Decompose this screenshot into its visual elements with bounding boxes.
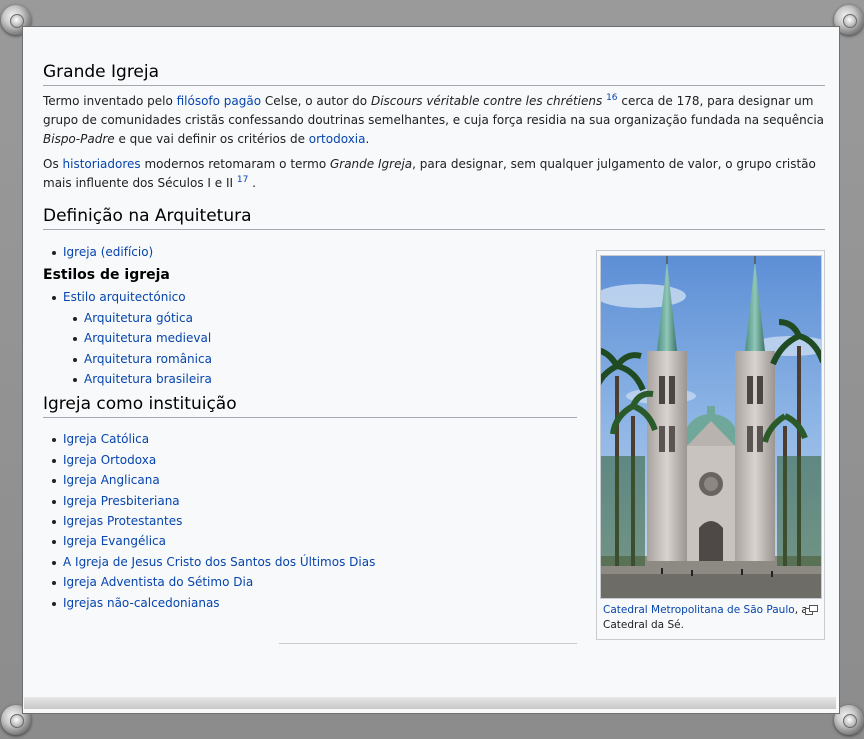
list-item: Arquitetura românica (43, 349, 577, 369)
list-item: Igreja Ortodoxa (43, 450, 577, 470)
section-heading-grande-igreja: Grande Igreja (43, 63, 825, 86)
figure-caption: Catedral Metropolitana de São Paulo, a C… (603, 603, 817, 633)
text: Celse, o autor do (261, 94, 371, 108)
list-item: Igrejas Protestantes (43, 511, 577, 531)
reference-17[interactable]: 17 (237, 175, 248, 185)
subheading-estilos-de-igreja: Estilos de igreja (43, 267, 170, 284)
institution-list: Igreja Católica Igreja Ortodoxa Igreja A… (43, 429, 577, 613)
text: . (365, 132, 370, 146)
link-ortodoxia[interactable]: ortodoxia (309, 132, 366, 146)
reference-16[interactable]: 16 (606, 93, 617, 103)
link-igreja-catolica[interactable]: Igreja Católica (63, 432, 149, 446)
link-igreja-presbiteriana[interactable]: Igreja Presbiteriana (63, 494, 180, 508)
link-arquitetura-gotica[interactable]: Arquitetura gótica (84, 311, 193, 325)
paragraph-celse: Termo inventado pelo filósofo pagão Cels… (43, 92, 825, 149)
left-column: Igreja (edifício) Estilos de igreja Esti… (43, 242, 577, 645)
list-item: Igrejas não-calcedonianas (43, 593, 577, 613)
text: e que vai definir os critérios de (114, 132, 309, 146)
list-item: Arquitetura medieval (43, 328, 577, 348)
link-igreja-santos-ultimos-dias[interactable]: A Igreja de Jesus Cristo dos Santos dos … (63, 555, 375, 569)
list-item: Estilo arquitectónico (43, 287, 577, 307)
term-bispo-padre: Bispo-Padre (43, 132, 115, 146)
article-page: Grande Igreja Termo inventado pelo filós… (22, 26, 840, 714)
section-heading-igreja-instituicao: Igreja como instituição (43, 395, 577, 419)
enlarge-icon[interactable] (805, 605, 818, 615)
text: Os (43, 157, 63, 171)
list-item: Igreja Evangélica (43, 531, 577, 551)
list-item: Arquitetura brasileira (43, 369, 577, 389)
link-igreja-adventista[interactable]: Igreja Adventista do Sétimo Dia (63, 575, 253, 589)
link-arquitetura-romanica[interactable]: Arquitetura românica (84, 352, 212, 366)
list-item: A Igreja de Jesus Cristo dos Santos dos … (43, 552, 577, 572)
link-estilo-arquitectonico[interactable]: Estilo arquitectónico (63, 290, 186, 304)
cathedral-image[interactable] (600, 255, 822, 599)
link-igreja-ortodoxa[interactable]: Igreja Ortodoxa (63, 453, 156, 467)
figure-thumbnail: Catedral Metropolitana de São Paulo, a C… (596, 250, 825, 640)
link-igrejas-nao-calcedonianas[interactable]: Igrejas não-calcedonianas (63, 596, 220, 610)
link-catedral-sao-paulo[interactable]: Catedral Metropolitana de São Paulo (603, 604, 795, 616)
book-title: Discours véritable contre les chrétiens (370, 94, 603, 108)
divider (279, 643, 577, 645)
text: Termo inventado pelo (43, 94, 177, 108)
link-arquitetura-medieval[interactable]: Arquitetura medieval (84, 331, 211, 345)
list-item: Igreja Anglicana (43, 470, 577, 490)
styles-sublist: Arquitetura gótica Arquitetura medieval … (43, 308, 577, 390)
list-item: Igreja Adventista do Sétimo Dia (43, 572, 577, 592)
text: . (248, 176, 256, 190)
window-bottom-strip (24, 697, 836, 709)
section-heading-definicao-arquitetura: Definição na Arquitetura (43, 207, 825, 230)
list-item: Igreja (edifício) (43, 242, 577, 262)
list-item: Arquitetura gótica (43, 308, 577, 328)
list-item: Igreja Presbiteriana (43, 491, 577, 511)
link-igreja-edificio[interactable]: Igreja (edifício) (63, 245, 153, 259)
link-historiadores[interactable]: historiadores (63, 157, 141, 171)
link-igrejas-protestantes[interactable]: Igrejas Protestantes (63, 514, 182, 528)
styles-list: Estilo arquitectónico (43, 287, 577, 307)
link-arquitetura-brasileira[interactable]: Arquitetura brasileira (84, 372, 212, 386)
term-grande-igreja: Grande Igreja (329, 157, 413, 171)
link-filosofo-pagao[interactable]: filósofo pagão (177, 94, 262, 108)
architecture-list: Igreja (edifício) (43, 242, 577, 262)
list-item: Igreja Católica (43, 429, 577, 449)
text: modernos retomaram o termo (140, 157, 330, 171)
link-igreja-anglicana[interactable]: Igreja Anglicana (63, 473, 160, 487)
paragraph-historiadores: Os historiadores modernos retomaram o te… (43, 155, 825, 193)
link-igreja-evangelica[interactable]: Igreja Evangélica (63, 534, 166, 548)
